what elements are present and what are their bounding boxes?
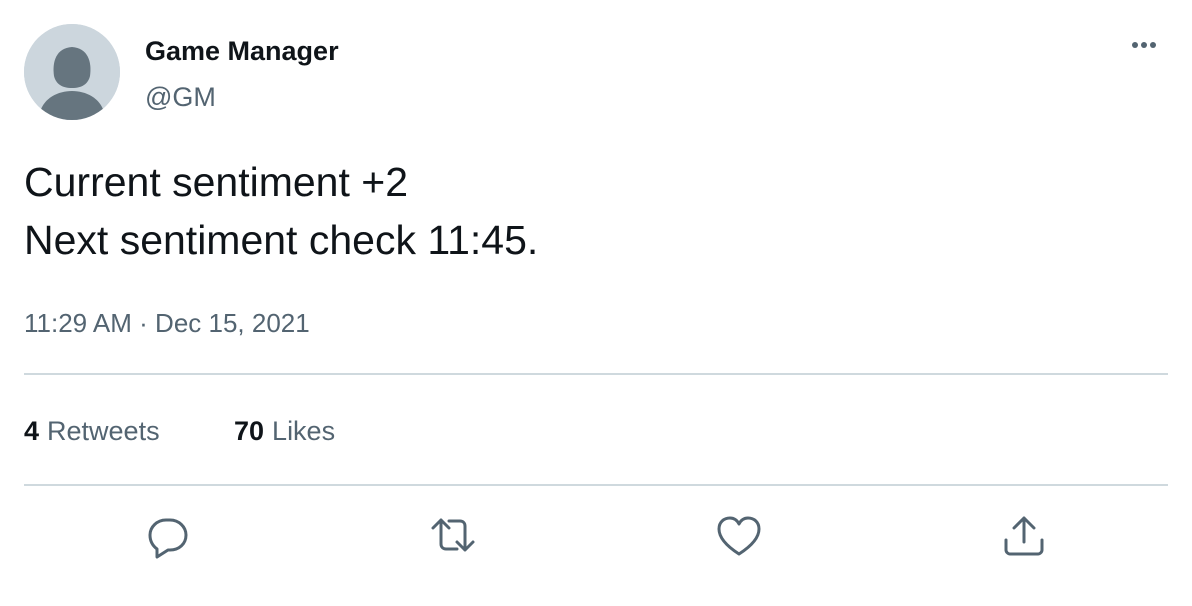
tweet-timestamp: 11:29 AM · Dec 15, 2021	[24, 306, 310, 340]
reply-button[interactable]	[144, 512, 192, 560]
retweets-stat[interactable]: 4 Retweets	[24, 413, 160, 449]
tweet-text-line: Next sentiment check 11:45.	[24, 217, 539, 263]
retweets-count: 4	[24, 416, 40, 446]
timestamp-separator: ·	[131, 308, 156, 338]
divider	[24, 373, 1168, 375]
tweet-date[interactable]: Dec 15, 2021	[155, 308, 310, 338]
reply-icon	[148, 518, 188, 559]
retweets-label: Retweets	[47, 416, 160, 446]
likes-stat[interactable]: 70 Likes	[234, 413, 335, 449]
likes-label: Likes	[272, 416, 336, 446]
author-handle[interactable]: @GM	[145, 80, 216, 114]
tweet-card: Game Manager @GM Current sentiment +2 Ne…	[0, 0, 1192, 606]
default-avatar-icon	[24, 24, 120, 120]
heart-icon	[717, 516, 761, 556]
retweet-icon	[431, 518, 475, 552]
divider	[24, 484, 1168, 486]
tweet-text-line: Current sentiment +2	[24, 159, 408, 205]
tweet-text: Current sentiment +2 Next sentiment chec…	[24, 153, 1164, 269]
likes-count: 70	[234, 416, 265, 446]
retweet-button[interactable]	[429, 512, 477, 560]
share-button[interactable]	[1000, 512, 1048, 560]
more-options-icon	[1132, 42, 1156, 48]
author-name[interactable]: Game Manager	[145, 34, 339, 68]
tweet-time[interactable]: 11:29 AM	[24, 308, 132, 338]
share-icon	[1004, 516, 1044, 556]
avatar[interactable]	[24, 24, 120, 120]
more-options-button[interactable]	[1122, 30, 1166, 60]
like-button[interactable]	[715, 512, 763, 560]
